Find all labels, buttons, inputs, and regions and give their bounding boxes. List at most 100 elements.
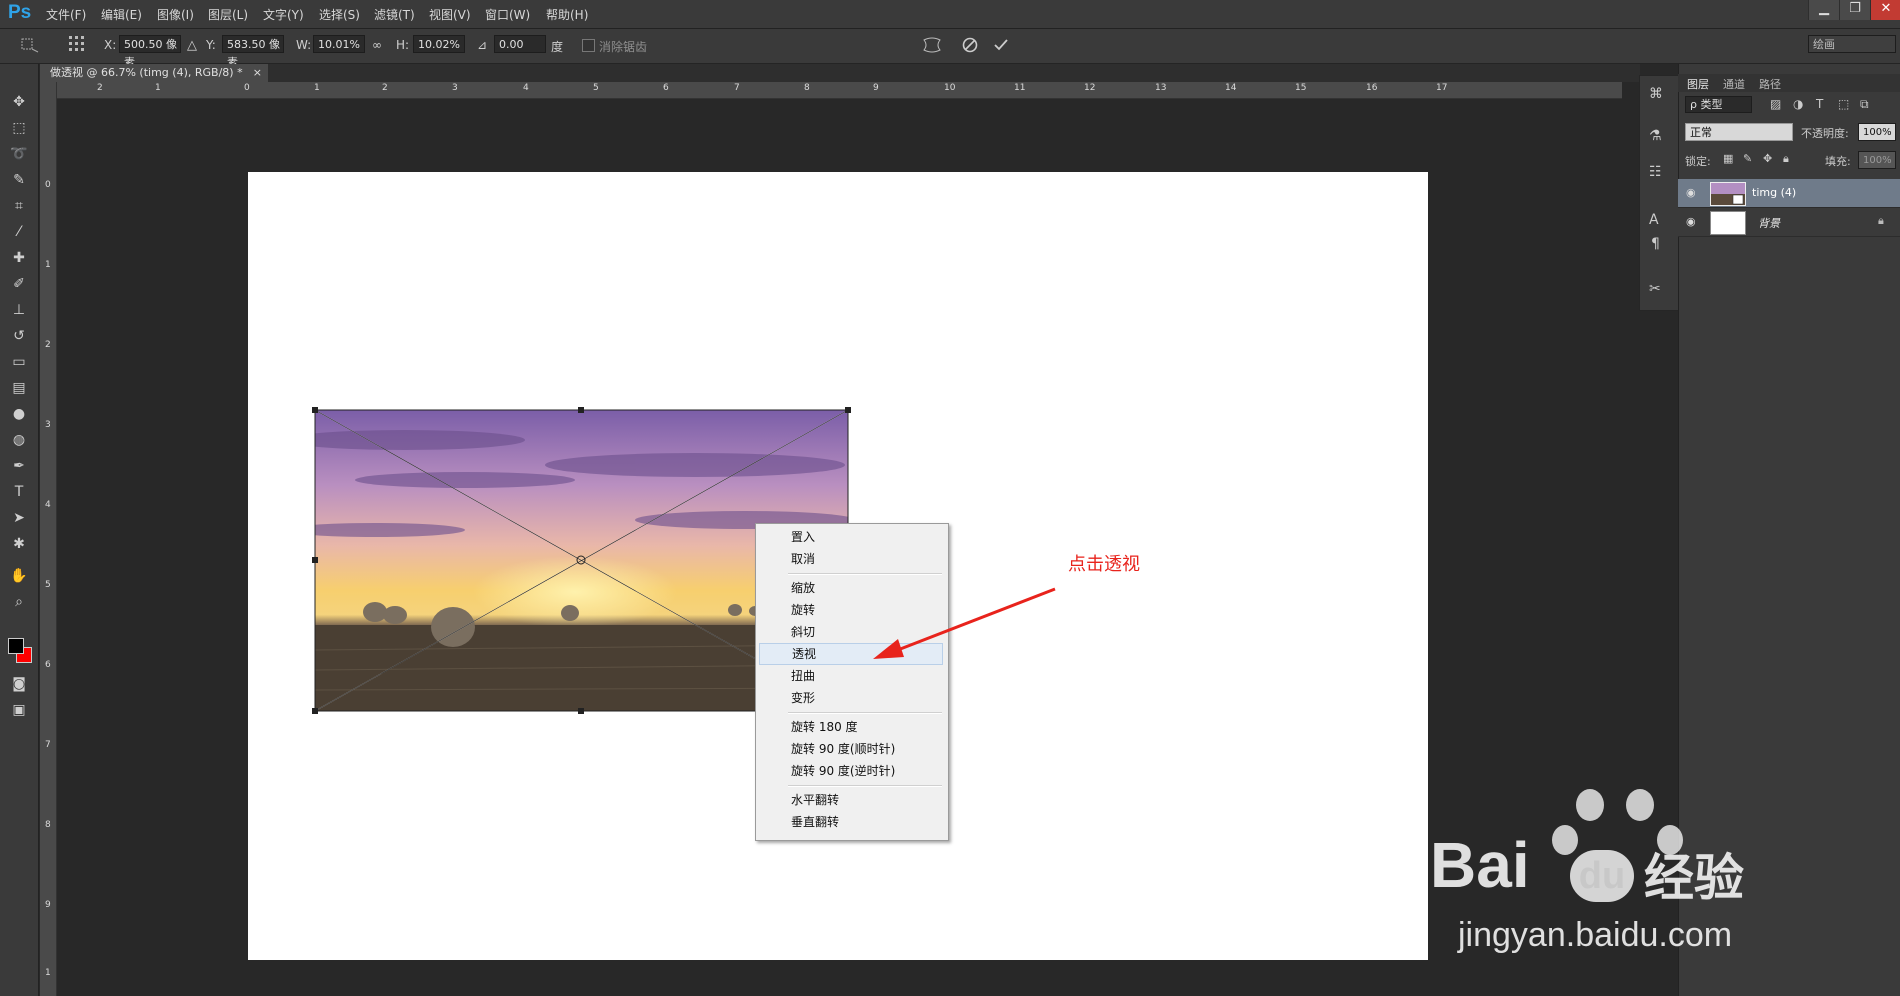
layer-filter-select[interactable]: ρ 类型 [1685, 96, 1752, 113]
tab-layers[interactable]: 图层 [1687, 76, 1709, 92]
menu-item-rotate-90-cw[interactable]: 旋转 90 度(顺时针) [759, 738, 943, 760]
history-brush-icon[interactable]: ↺ [9, 326, 29, 346]
lock-all-icon[interactable]: 🔒︎ [1783, 152, 1789, 166]
filter-type-icon[interactable]: T [1816, 97, 1823, 111]
y-field[interactable]: 583.50 像素 [222, 35, 284, 69]
link-icon[interactable]: ∞ [372, 38, 382, 52]
x-field[interactable]: 500.50 像素 [119, 35, 181, 69]
restore-button[interactable]: ❐ [1839, 0, 1870, 20]
width-field[interactable]: 10.01% [313, 35, 365, 53]
ruler-h-label: 16 [1366, 83, 1378, 93]
quick-mask-icon[interactable]: ◙ [9, 674, 29, 694]
fill-field[interactable]: 100% [1858, 151, 1896, 169]
type-tool-icon[interactable]: T [9, 482, 29, 502]
eraser-tool-icon[interactable]: ▭ [9, 352, 29, 372]
opacity-field[interactable]: 100% [1858, 123, 1896, 141]
crop-tool-icon[interactable]: ⌗ [9, 196, 29, 216]
path-select-icon[interactable]: ➤ [9, 508, 29, 528]
lock-position-icon[interactable]: ✥ [1763, 152, 1772, 165]
watermark-brand-cn: 经验 [1644, 849, 1744, 907]
menu-select[interactable]: 选择(S) [319, 6, 360, 23]
minimize-button[interactable]: ▁ [1808, 0, 1839, 20]
menu-item-warp[interactable]: 变形 [759, 687, 943, 709]
antialias-checkbox[interactable] [582, 39, 595, 52]
zoom-tool-icon[interactable]: ⌕ [9, 592, 29, 612]
dodge-tool-icon[interactable]: ◍ [9, 430, 29, 450]
commit-transform-icon[interactable] [992, 36, 1010, 54]
tool-presets-icon[interactable]: ✂ [1649, 281, 1661, 297]
ruler-v-label: 1 [45, 260, 51, 270]
filter-pixel-icon[interactable]: ▨ [1770, 97, 1781, 111]
blur-tool-icon[interactable]: ● [9, 404, 29, 424]
menu-item-place[interactable]: 置入 [759, 526, 943, 548]
menu-edit[interactable]: 编辑(E) [101, 6, 142, 23]
filter-shape-icon[interactable]: ⬚ [1838, 97, 1849, 111]
menu-item-flip-vertical[interactable]: 垂直翻转 [759, 811, 943, 833]
actions-panel-icon[interactable]: ⚗ [1649, 128, 1662, 144]
hand-tool-icon[interactable]: ✋ [9, 566, 29, 586]
visibility-eye-icon[interactable]: ◉ [1686, 215, 1696, 228]
reference-point-icon[interactable] [68, 35, 86, 53]
tab-paths[interactable]: 路径 [1759, 76, 1781, 92]
brush-tool-icon[interactable]: ✐ [9, 274, 29, 294]
layer-thumbnail-smart [1710, 182, 1746, 206]
toolbox: ✥ ⬚ ➰ ✎ ⌗ ⁄ ✚ ✐ ⊥ ↺ ▭ ▤ ● ◍ ✒ T ➤ ✱ ✋ ⌕ … [0, 64, 39, 996]
ruler-h-label: 1 [314, 83, 320, 93]
layer-name[interactable]: timg (4) [1752, 186, 1796, 199]
panel-dock-strip: ⌘ ⚗ ☷ A ¶ ✂ [1639, 75, 1679, 311]
layer-row-timg[interactable]: ◉ timg (4) [1678, 179, 1900, 207]
delta-icon[interactable]: △ [187, 38, 197, 53]
lock-image-icon[interactable]: ✎ [1743, 152, 1752, 165]
menu-image[interactable]: 图像(I) [157, 6, 194, 23]
pen-tool-icon[interactable]: ✒ [9, 456, 29, 476]
character-panel-icon[interactable]: A [1649, 212, 1659, 228]
blend-mode-select[interactable]: 正常 [1685, 123, 1793, 141]
menu-item-flip-horizontal[interactable]: 水平翻转 [759, 789, 943, 811]
move-tool-icon[interactable]: ✥ [9, 92, 29, 112]
lasso-tool-icon[interactable]: ➰ [9, 144, 29, 164]
stamp-tool-icon[interactable]: ⊥ [9, 300, 29, 320]
screen-mode-icon[interactable]: ▣ [9, 700, 29, 720]
lock-transparent-icon[interactable]: ▦ [1723, 152, 1733, 165]
transform-tool-icon[interactable] [20, 37, 42, 53]
close-button[interactable]: ✕ [1870, 0, 1900, 20]
warp-mode-icon[interactable] [922, 36, 942, 54]
layer-name[interactable]: 背景 [1758, 215, 1780, 231]
menu-filter[interactable]: 滤镜(T) [374, 6, 415, 23]
filter-adjust-icon[interactable]: ◑ [1793, 97, 1803, 111]
visibility-eye-icon[interactable]: ◉ [1686, 186, 1696, 199]
layer-row-background[interactable]: ◉ 背景 🔒︎ [1678, 207, 1900, 237]
tab-channels[interactable]: 通道 [1723, 76, 1745, 92]
menu-item-distort[interactable]: 扭曲 [759, 665, 943, 687]
foreground-color-swatch[interactable] [8, 638, 24, 654]
workspace-select[interactable]: 绘画 [1808, 35, 1896, 53]
menu-help[interactable]: 帮助(H) [546, 6, 588, 23]
angle-field[interactable]: 0.00 [494, 35, 546, 53]
document-tab-close-icon[interactable]: × [253, 64, 262, 82]
menu-item-cancel[interactable]: 取消 [759, 548, 943, 570]
paragraph-panel-icon[interactable]: ¶ [1651, 236, 1660, 252]
marquee-tool-icon[interactable]: ⬚ [9, 118, 29, 138]
gradient-tool-icon[interactable]: ▤ [9, 378, 29, 398]
menu-file[interactable]: 文件(F) [46, 6, 86, 23]
cancel-transform-icon[interactable] [961, 36, 979, 54]
quick-select-tool-icon[interactable]: ✎ [9, 170, 29, 190]
menu-type[interactable]: 文字(Y) [263, 6, 304, 23]
height-field[interactable]: 10.02% [413, 35, 465, 53]
filter-smart-icon[interactable]: ⧉ [1860, 97, 1869, 112]
properties-panel-icon[interactable]: ☷ [1649, 164, 1662, 180]
history-panel-icon[interactable]: ⌘ [1649, 86, 1663, 102]
ruler-h-label: 9 [873, 83, 879, 93]
menu-view[interactable]: 视图(V) [429, 6, 471, 23]
menu-item-rotate-180[interactable]: 旋转 180 度 [759, 716, 943, 738]
ruler-h-label: 8 [804, 83, 810, 93]
menu-item-rotate-90-ccw[interactable]: 旋转 90 度(逆时针) [759, 760, 943, 782]
document-tab[interactable]: 做透视 @ 66.7% (timg (4), RGB/8) * × [40, 64, 268, 82]
menu-layer[interactable]: 图层(L) [208, 6, 248, 23]
ruler-h-label: 3 [452, 83, 458, 93]
shape-tool-icon[interactable]: ✱ [9, 534, 29, 554]
eyedropper-tool-icon[interactable]: ⁄ [9, 222, 29, 242]
healing-tool-icon[interactable]: ✚ [9, 248, 29, 268]
menu-window[interactable]: 窗口(W) [485, 6, 530, 23]
layer-thumbnail [1710, 211, 1746, 235]
